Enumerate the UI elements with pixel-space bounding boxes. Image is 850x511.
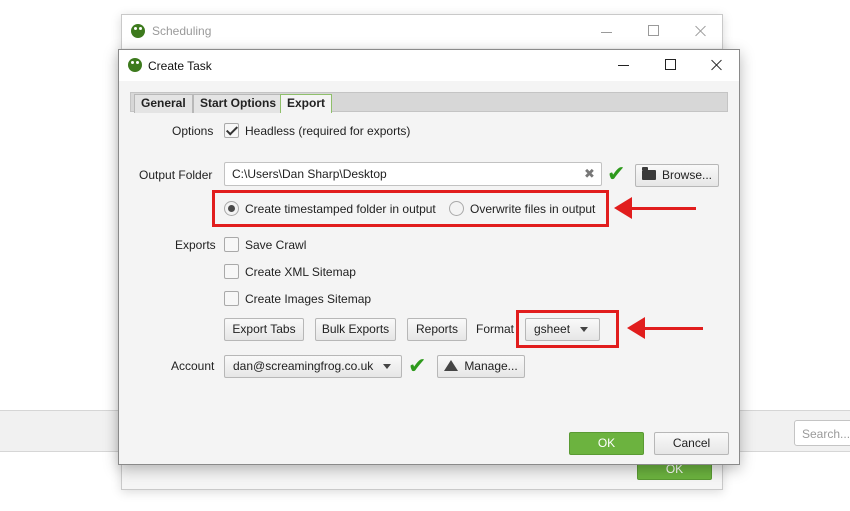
manage-button[interactable]: Manage... xyxy=(437,355,525,378)
maximize-icon[interactable] xyxy=(648,25,659,36)
images-sitemap-label: Create Images Sitemap xyxy=(245,292,372,306)
folder-icon xyxy=(641,167,656,180)
chevron-down-icon xyxy=(383,364,392,370)
close-icon[interactable] xyxy=(711,59,723,71)
close-icon[interactable] xyxy=(695,25,707,37)
create-task-dialog: Create Task General Start Options Export… xyxy=(118,49,740,465)
ok-button[interactable]: OK xyxy=(569,432,644,455)
highlight-box-folder-mode xyxy=(212,190,609,227)
xml-sitemap-label: Create XML Sitemap xyxy=(245,265,356,279)
exports-label: Exports xyxy=(175,238,216,252)
tab-general[interactable]: General xyxy=(134,94,193,113)
scheduling-window-title: Scheduling xyxy=(152,24,212,38)
dialog-title: Create Task xyxy=(148,59,212,73)
google-drive-icon xyxy=(444,360,459,371)
manage-label: Manage... xyxy=(464,359,518,373)
reports-button[interactable]: Reports xyxy=(407,318,467,341)
save-crawl-checkbox[interactable] xyxy=(224,237,239,252)
output-folder-input[interactable]: C:\Users\Dan Sharp\Desktop xyxy=(224,162,602,186)
account-value: dan@screamingfrog.co.uk xyxy=(233,359,374,373)
tab-bar: General Start Options Export xyxy=(130,92,728,113)
checkmark-icon: ✔ xyxy=(408,353,427,378)
xml-sitemap-checkbox[interactable] xyxy=(224,264,239,279)
headless-checkbox[interactable] xyxy=(224,123,239,138)
frog-logo-icon xyxy=(128,58,142,72)
tab-export[interactable]: Export xyxy=(280,94,333,113)
images-sitemap-checkbox[interactable] xyxy=(224,291,239,306)
output-folder-value: C:\Users\Dan Sharp\Desktop xyxy=(232,167,387,181)
export-tabs-button[interactable]: Export Tabs xyxy=(224,318,304,341)
clear-icon[interactable]: ✖ xyxy=(584,166,595,182)
scheduling-title-bar: Scheduling xyxy=(122,15,722,48)
frog-logo-icon xyxy=(131,24,145,38)
output-folder-label: Output Folder xyxy=(139,168,213,182)
minimize-icon[interactable] xyxy=(601,26,613,38)
headless-label: Headless (required for exports) xyxy=(245,124,411,138)
browse-button[interactable]: Browse... xyxy=(635,164,719,187)
account-select[interactable]: dan@screamingfrog.co.uk xyxy=(224,355,402,378)
dialog-title-bar: Create Task xyxy=(119,50,739,81)
account-label: Account xyxy=(171,359,215,373)
arrow-left-icon xyxy=(614,197,696,219)
format-label: Format xyxy=(476,322,515,336)
save-crawl-label: Save Crawl xyxy=(245,238,307,252)
background-search-input[interactable]: Search... xyxy=(794,420,850,446)
options-label: Options xyxy=(172,124,214,138)
maximize-icon[interactable] xyxy=(665,59,676,70)
checkmark-icon: ✔ xyxy=(607,161,626,186)
cancel-button[interactable]: Cancel xyxy=(654,432,729,455)
browse-label: Browse... xyxy=(661,168,712,182)
minimize-icon[interactable] xyxy=(618,59,630,71)
highlight-box-format xyxy=(516,310,619,348)
bulk-exports-button[interactable]: Bulk Exports xyxy=(315,318,396,341)
tab-start-options[interactable]: Start Options xyxy=(193,94,284,113)
arrow-left-icon xyxy=(627,317,703,339)
